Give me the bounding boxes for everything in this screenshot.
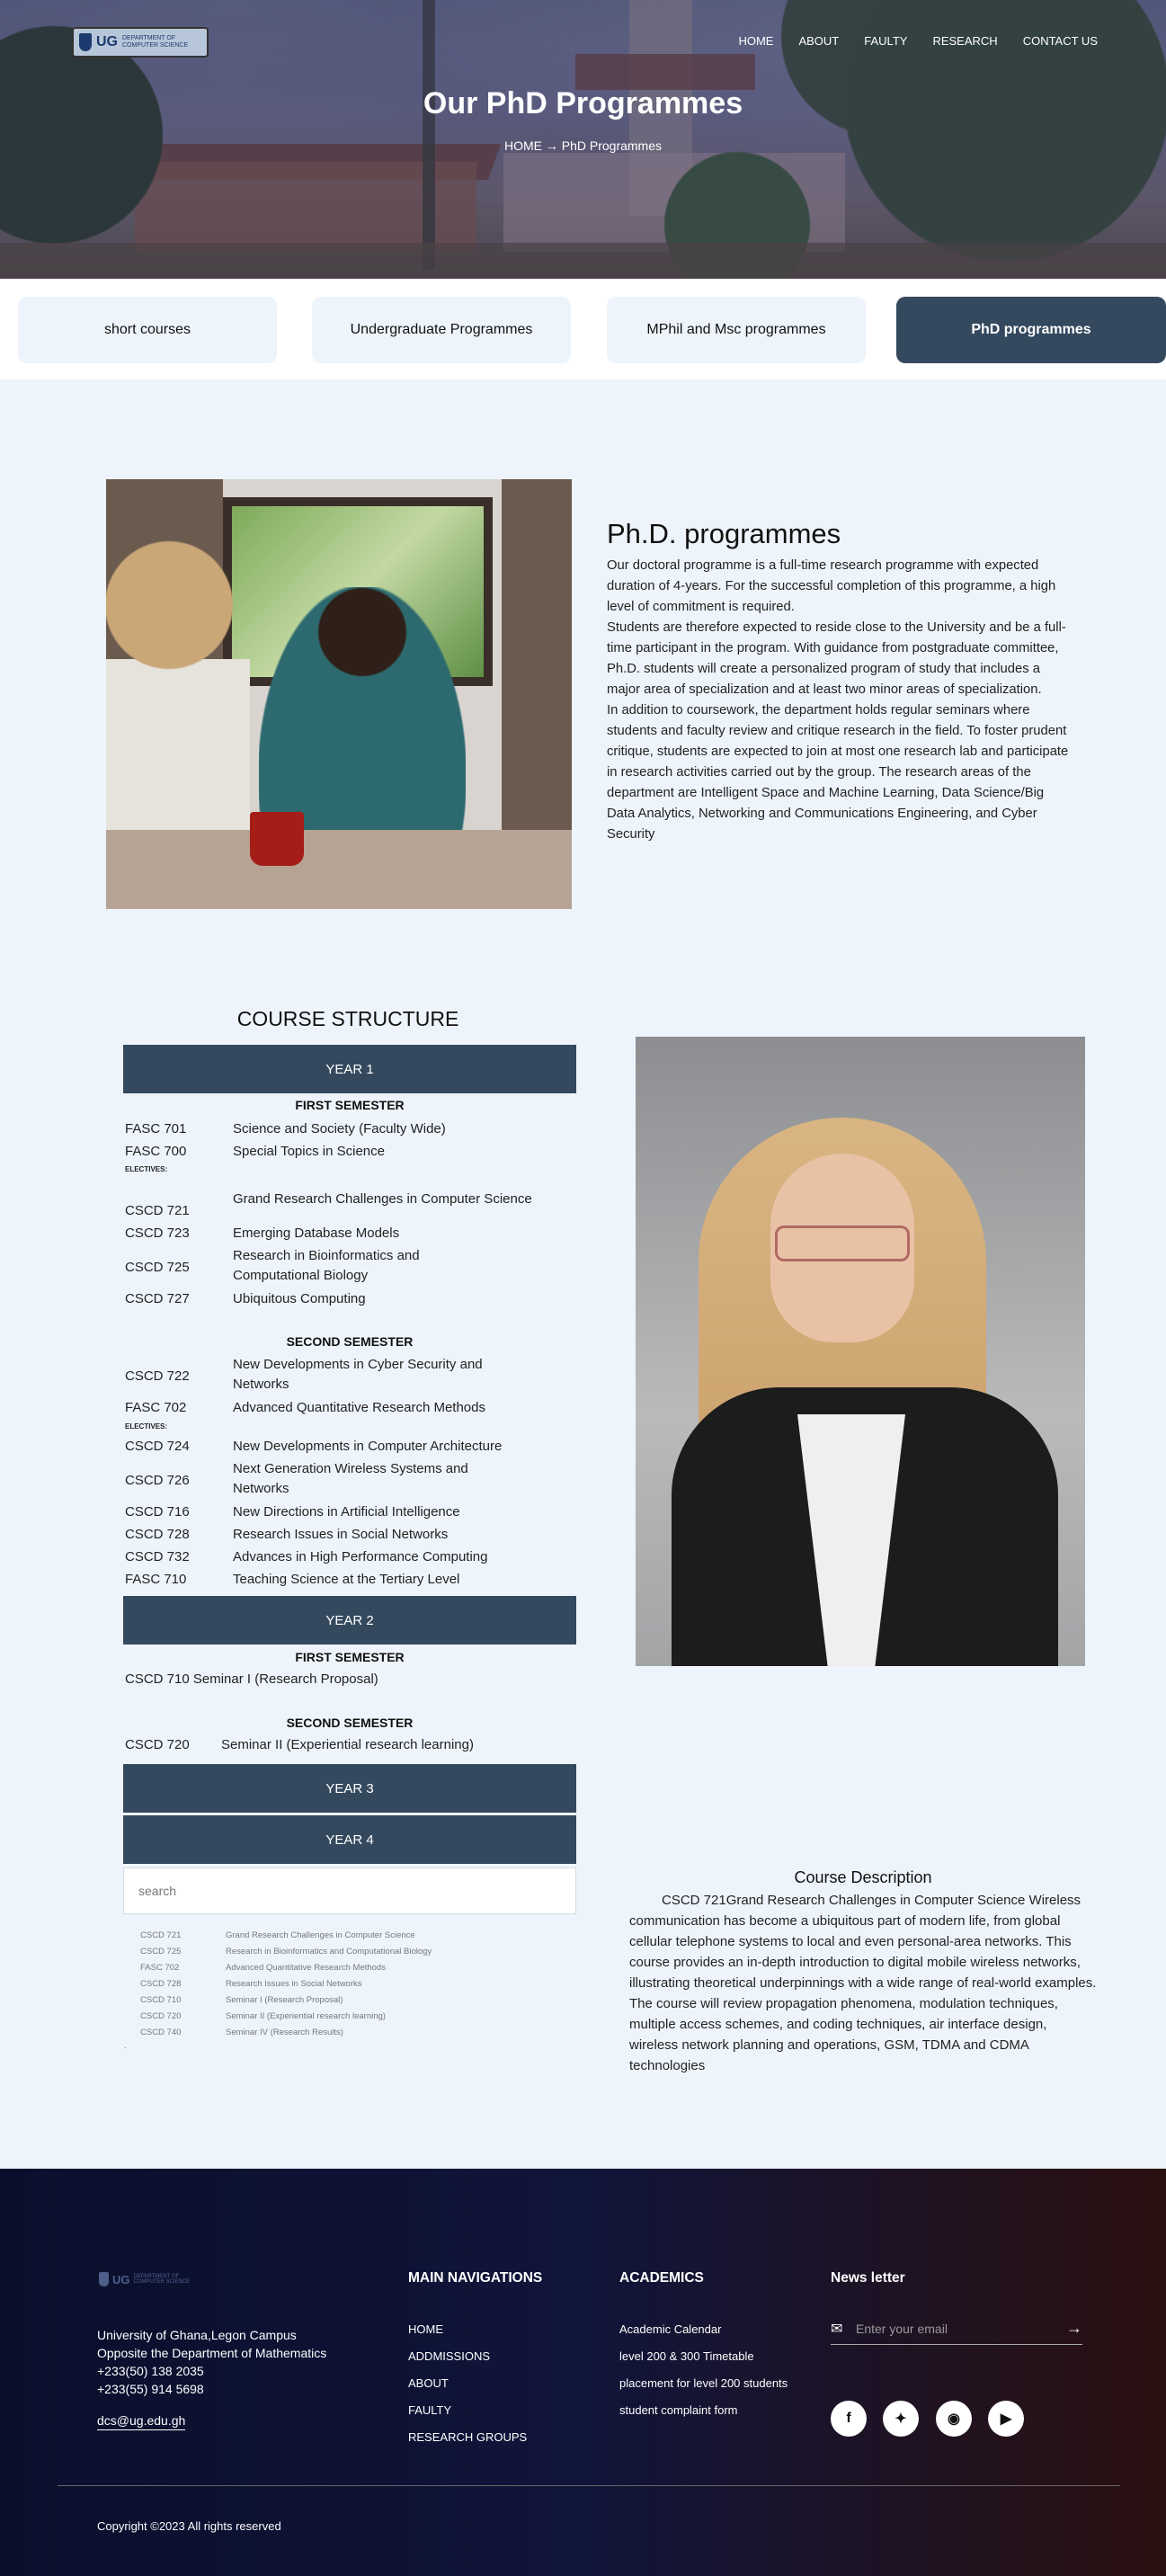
main-nav: HOME ABOUT FAULTY RESEARCH CONTACT US [738, 34, 1098, 48]
crest-icon [79, 33, 92, 51]
course-row[interactable]: CSCD 710 Seminar I (Research Proposal) [125, 1671, 378, 1687]
footer-link-complaint-form[interactable]: student complaint form [619, 2402, 790, 2418]
academics-heading: ACADEMICS [619, 2270, 704, 2286]
facebook-icon[interactable]: f [831, 2401, 867, 2437]
newsletter-form: ✉ Enter your email → [831, 2313, 1082, 2345]
footer-address: University of Ghana,Legon Campus Opposit… [97, 2328, 327, 2396]
year-4-toggle[interactable]: YEAR 4 [123, 1815, 576, 1864]
footer-logo[interactable]: UG DEPARTMENT OF COMPUTER SCIENCE [99, 2269, 225, 2289]
breadcrumb[interactable]: HOME → PhD Programmes [0, 138, 1166, 153]
arrow-right-icon[interactable]: → [1066, 2319, 1082, 2338]
course-search-input[interactable] [123, 1867, 576, 1914]
tab-undergraduate[interactable]: Undergraduate Programmes [312, 297, 571, 363]
staff-portrait [636, 1037, 1085, 1666]
newsletter-heading: News letter [831, 2270, 905, 2286]
course-row[interactable]: CSCD 720 Seminar II (Experiential researc… [125, 1737, 474, 1752]
youtube-icon[interactable]: ▶ [988, 2401, 1024, 2437]
site-logo[interactable]: UG DEPARTMENT OF COMPUTER SCIENCE [72, 27, 209, 58]
crest-icon [99, 2272, 109, 2286]
footer-academics: Academic Calendar level 200 & 300 Timeta… [619, 2322, 790, 2429]
nav-about[interactable]: ABOUT [798, 34, 839, 48]
hero-banner: UG DEPARTMENT OF COMPUTER SCIENCE HOME AB… [0, 0, 1166, 279]
electives-label: ELECTIVES: [125, 1422, 168, 1431]
course-structure-title: COURSE STRUCTURE [236, 1007, 459, 1030]
footer-email-link[interactable]: dcs@ug.edu.gh [97, 2413, 186, 2430]
semester-heading: FIRST SEMESTER [295, 1650, 405, 1664]
students-photo [106, 479, 572, 909]
semester-heading: FIRST SEMESTER [295, 1098, 405, 1112]
search-trailing: . [124, 2041, 127, 2051]
footer-main-nav: HOME ADDMISSIONS ABOUT FAULTY RESEARCH G… [408, 2322, 527, 2456]
newsletter-email-input[interactable]: Enter your email [856, 2322, 1066, 2336]
instagram-icon[interactable]: ◉ [936, 2401, 972, 2437]
tab-mphil-msc[interactable]: MPhil and Msc programmes [607, 297, 866, 363]
semester-heading: SECOND SEMESTER [286, 1716, 414, 1730]
footer-link-research-groups[interactable]: RESEARCH GROUPS [408, 2429, 527, 2445]
nav-home[interactable]: HOME [738, 34, 773, 48]
nav-contact[interactable]: CONTACT US [1023, 34, 1098, 48]
year-3-toggle[interactable]: YEAR 3 [123, 1764, 576, 1813]
electives-label: ELECTIVES: [125, 1165, 168, 1173]
course-description-text: CSCD 721Grand Research Challenges in Com… [629, 1893, 1097, 2073]
twitter-icon[interactable]: ✦ [883, 2401, 919, 2437]
course-description-title: Course Description [794, 1868, 932, 1886]
programme-tabs: short courses Undergraduate Programmes M… [0, 279, 1166, 379]
tab-phd[interactable]: PhD programmes [896, 297, 1166, 363]
footer-link-academic-calendar[interactable]: Academic Calendar [619, 2322, 790, 2337]
nav-faculty[interactable]: FAULTY [864, 34, 907, 48]
copyright: Copyright ©2023 All rights reserved [97, 2519, 281, 2533]
year-2-toggle[interactable]: YEAR 2 [123, 1596, 576, 1645]
footer-divider [58, 2485, 1120, 2486]
phd-title: Ph.D. programmes [607, 518, 841, 549]
footer-link-timetable[interactable]: level 200 & 300 Timetable [619, 2349, 790, 2364]
phd-description: Our doctoral programme is a full-time re… [607, 558, 1069, 842]
envelope-icon: ✉ [831, 2321, 843, 2337]
year-1-toggle[interactable]: YEAR 1 [123, 1045, 576, 1093]
footer-link-admissions[interactable]: ADDMISSIONS [408, 2349, 527, 2364]
main-nav-heading: MAIN NAVIGATIONS [408, 2270, 543, 2286]
footer-link-home[interactable]: HOME [408, 2322, 527, 2337]
footer-link-faculty[interactable]: FAULTY [408, 2402, 527, 2418]
tab-short-courses[interactable]: short courses [18, 297, 277, 363]
semester-heading: SECOND SEMESTER [286, 1334, 414, 1349]
nav-research[interactable]: RESEARCH [932, 34, 997, 48]
footer: UG DEPARTMENT OF COMPUTER SCIENCE Univers… [0, 2169, 1166, 2576]
footer-link-about[interactable]: ABOUT [408, 2375, 527, 2391]
page-title: Our PhD Programmes [423, 86, 743, 120]
footer-link-placement[interactable]: placement for level 200 students [619, 2375, 790, 2391]
